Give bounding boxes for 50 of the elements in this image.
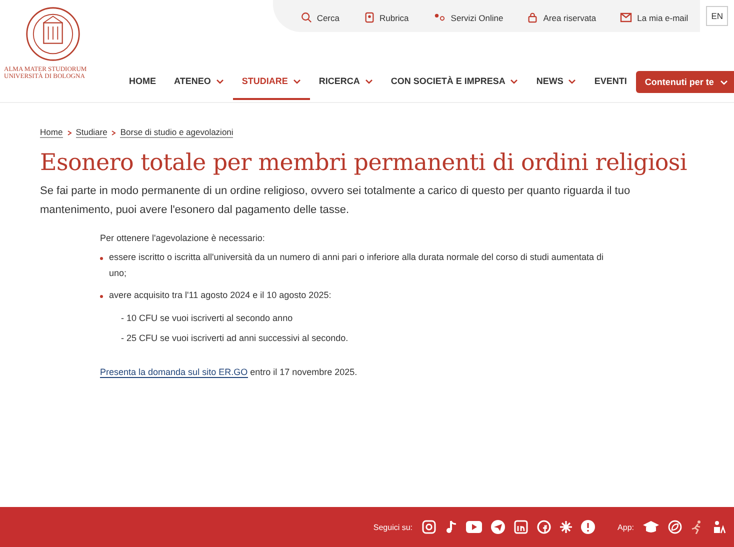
paper-plane-icon[interactable]: [490, 520, 505, 534]
application-sentence: Presenta la domanda sul sito ER.GO entro il 17 novembre 2025.: [100, 367, 358, 378]
follow-label: Seguici su:: [373, 522, 413, 532]
round-logo-icon[interactable]: [536, 520, 551, 534]
chevron-icon: [66, 130, 72, 136]
page-title: Esonero totale per membri permanenti di ordini religiosi: [40, 150, 688, 176]
nav-item[interactable]: EVENTI: [585, 64, 636, 100]
language-button[interactable]: EN: [706, 6, 728, 26]
nav-item[interactable]: NEWS: [527, 64, 586, 100]
graduation-cap-icon[interactable]: [643, 520, 659, 534]
application-link[interactable]: Presenta la domanda sul sito ER.GO: [100, 367, 248, 378]
person-book-icon[interactable]: [712, 520, 726, 534]
nav-item[interactable]: ATENEO: [165, 64, 233, 100]
sub-list-item: - 25 CFU se vuoi iscriverti ad anni successivi al secondo.: [120, 333, 348, 344]
nav-item[interactable]: RICERCA: [310, 64, 382, 100]
bullet-icon: [100, 294, 103, 298]
bullet-icon: [100, 257, 103, 260]
utility-link[interactable]: Servizi Online: [432, 12, 504, 23]
list-intro: Per ottenere l'agevolazione è necessario:: [100, 233, 266, 244]
app-label: App:: [618, 522, 634, 532]
utility-link[interactable]: La mia e-mail: [620, 12, 688, 23]
menu-button[interactable]: Contenuti per te: [636, 71, 734, 93]
breadcrumb-link[interactable]: Studiare: [76, 127, 108, 138]
music-note-icon[interactable]: [444, 520, 457, 534]
caret-icon: [720, 80, 728, 84]
utility-link[interactable]: Rubrica: [364, 12, 409, 23]
leaf-circle-icon[interactable]: [668, 520, 682, 534]
breadcrumb-link[interactable]: Home: [40, 127, 63, 138]
camera-icon[interactable]: [422, 520, 436, 534]
nav-item[interactable]: HOME: [120, 64, 165, 100]
mail-icon: [620, 12, 632, 23]
sub-list-item: - 10 CFU se vuoi iscriverti al secondo anno: [120, 313, 294, 324]
university-seal-icon: [25, 6, 81, 62]
search-icon: [300, 12, 312, 23]
nav-item[interactable]: CON SOCIETÀ E IMPRESA: [382, 64, 528, 100]
chevron-icon: [111, 130, 116, 136]
play-icon[interactable]: [466, 521, 482, 533]
utility-link[interactable]: Area riservata: [527, 12, 596, 23]
list-item: avere acquisito tra l'11 agosto 2024 e il 10 agosto 2025:: [109, 288, 332, 302]
runner-icon[interactable]: [691, 520, 703, 534]
lock-icon: [527, 12, 538, 23]
square-logo-icon[interactable]: [514, 520, 528, 534]
list-item: essere iscritto o iscritta all'università da un numero di anni pari o inferiore alla durata normale del corso di studi aumentata di uno;: [109, 251, 604, 280]
intro-paragraph: Se fai parte in modo permanente di un ordine religioso, ovvero sei totalmente a carico di questo per quanto riguarda il tuo mantenimento, puoi avere l'esonero dal pagamento delle tasse.: [40, 184, 632, 218]
star-icon[interactable]: [560, 521, 572, 533]
address-book-icon: [364, 12, 374, 23]
info-icon[interactable]: [580, 520, 595, 534]
nav-item[interactable]: STUDIARE: [232, 64, 310, 100]
utility-link[interactable]: Cerca: [300, 12, 340, 23]
breadcrumb-link[interactable]: Borse di studio e agevolazioni: [120, 127, 234, 138]
